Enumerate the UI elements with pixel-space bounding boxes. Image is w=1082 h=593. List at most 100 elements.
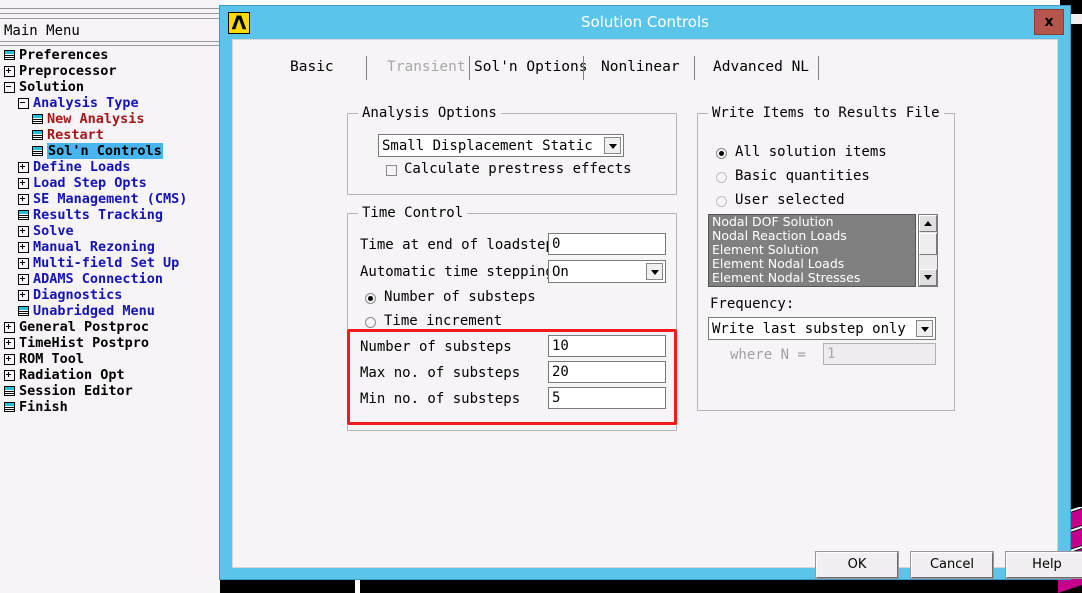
tree-item-analysis-type[interactable]: Analysis Type bbox=[0, 95, 220, 111]
tree-leaf-icon[interactable] bbox=[4, 402, 15, 412]
tree-item-define-loads[interactable]: Define Loads bbox=[0, 159, 220, 175]
tab-advanced-nl[interactable]: Advanced NL bbox=[713, 59, 809, 75]
tree-item-preprocessor[interactable]: Preprocessor bbox=[0, 63, 220, 79]
tree-item-label: Restart bbox=[47, 127, 104, 143]
tree-item-load-step-opts[interactable]: Load Step Opts bbox=[0, 175, 220, 191]
tree-leaf-icon[interactable] bbox=[4, 50, 15, 60]
calculate-prestress-checkbox[interactable] bbox=[386, 165, 397, 176]
expand-plus-icon[interactable] bbox=[4, 369, 15, 381]
tree-leaf-icon[interactable] bbox=[18, 210, 29, 220]
tab-nonlinear[interactable]: Nonlinear bbox=[601, 59, 680, 75]
tree-item-session-editor[interactable]: Session Editor bbox=[0, 383, 220, 399]
ok-button[interactable]: OK bbox=[815, 551, 899, 579]
listbox-item[interactable]: Nodal Reaction Loads bbox=[709, 229, 915, 243]
tree-item-unabridged-menu[interactable]: Unabridged Menu bbox=[0, 303, 220, 319]
radio-basic-quantities[interactable] bbox=[716, 172, 727, 183]
tree-item-label: Multi-field Set Up bbox=[33, 255, 180, 271]
tree-item-sol-n-controls[interactable]: Sol'n Controls bbox=[0, 143, 220, 159]
tree-item-label: Finish bbox=[19, 399, 68, 415]
radio-user-selected[interactable] bbox=[716, 196, 727, 207]
dialog-body: Basic Transient Sol'n Options Nonlinear … bbox=[232, 39, 1082, 579]
expand-plus-icon[interactable] bbox=[4, 337, 15, 349]
tree-item-rom-tool[interactable]: ROM Tool bbox=[0, 351, 220, 367]
tree-item-preferences[interactable]: Preferences bbox=[0, 47, 220, 63]
scrollbar-track[interactable] bbox=[919, 256, 937, 269]
tree-item-solve[interactable]: Solve bbox=[0, 223, 220, 239]
tree-item-label: Diagnostics bbox=[33, 287, 123, 303]
tree-item-solution[interactable]: Solution bbox=[0, 79, 220, 95]
menu-tree[interactable]: Preferences Preprocessor Solution Analysis … bbox=[0, 47, 220, 415]
tree-item-se-management-cms[interactable]: SE Management (CMS) bbox=[0, 191, 220, 207]
tree-leaf-icon[interactable] bbox=[32, 130, 43, 140]
scrollbar-thumb[interactable] bbox=[919, 233, 937, 255]
max-substeps-input[interactable]: 20 bbox=[548, 361, 666, 383]
expand-plus-icon[interactable] bbox=[18, 193, 29, 205]
results-items-listbox[interactable]: Nodal DOF Solution Nodal Reaction Loads El… bbox=[708, 214, 916, 287]
tree-item-timehist-postpro[interactable]: TimeHist Postpro bbox=[0, 335, 220, 351]
time-at-end-input[interactable]: 0 bbox=[548, 233, 666, 255]
tree-item-new-analysis[interactable]: New Analysis bbox=[0, 111, 220, 127]
expand-plus-icon[interactable] bbox=[18, 161, 29, 173]
tab-bar[interactable]: Basic Transient Sol'n Options Nonlinear … bbox=[233, 53, 1059, 87]
expand-plus-icon[interactable] bbox=[4, 321, 15, 333]
collapse-minus-icon[interactable] bbox=[18, 97, 29, 109]
main-menu-panel: Main Menu Preferences Preprocessor Solutio… bbox=[0, 0, 220, 593]
tree-item-finish[interactable]: Finish bbox=[0, 399, 220, 415]
expand-plus-icon[interactable] bbox=[4, 353, 15, 365]
write-items-group: Write Items to Results File All solution… bbox=[697, 105, 955, 411]
tree-leaf-icon[interactable] bbox=[18, 306, 29, 316]
tree-item-general-postproc[interactable]: General Postproc bbox=[0, 319, 220, 335]
listbox-item[interactable]: Element Solution bbox=[709, 243, 915, 257]
scroll-up-icon[interactable] bbox=[919, 215, 937, 232]
tree-item-label: Preprocessor bbox=[19, 63, 117, 79]
scroll-down-icon[interactable] bbox=[919, 269, 937, 286]
tree-item-label: Solution bbox=[19, 79, 85, 95]
cancel-button[interactable]: Cancel bbox=[910, 551, 994, 579]
tree-item-adams-connection[interactable]: ADAMS Connection bbox=[0, 271, 220, 287]
analysis-type-dropdown[interactable]: Small Displacement Static bbox=[378, 134, 624, 157]
expand-plus-icon[interactable] bbox=[4, 65, 15, 77]
tree-leaf-icon[interactable] bbox=[4, 386, 15, 396]
min-substeps-input[interactable]: 5 bbox=[548, 387, 666, 409]
listbox-item[interactable]: Nodal DOF Solution bbox=[709, 215, 915, 229]
tab-basic[interactable]: Basic bbox=[290, 59, 334, 75]
tree-item-radiation-opt[interactable]: Radiation Opt bbox=[0, 367, 220, 383]
time-control-title: Time Control bbox=[358, 205, 468, 221]
expand-plus-icon[interactable] bbox=[18, 177, 29, 189]
chevron-down-icon[interactable] bbox=[646, 263, 663, 280]
collapse-minus-icon[interactable] bbox=[4, 81, 15, 93]
expand-plus-icon[interactable] bbox=[18, 225, 29, 237]
tree-item-diagnostics[interactable]: Diagnostics bbox=[0, 287, 220, 303]
solution-controls-dialog: Λ Solution Controls x Basic Transient So… bbox=[219, 5, 1082, 580]
tab-soln-options[interactable]: Sol'n Options bbox=[474, 59, 588, 75]
tree-item-results-tracking[interactable]: Results Tracking bbox=[0, 207, 220, 223]
tree-item-manual-rezoning[interactable]: Manual Rezoning bbox=[0, 239, 220, 255]
tree-item-multi-field-set-up[interactable]: Multi-field Set Up bbox=[0, 255, 220, 271]
number-of-substeps-input[interactable]: 10 bbox=[548, 335, 666, 357]
tree-item-label: New Analysis bbox=[47, 111, 145, 127]
close-icon[interactable]: x bbox=[1034, 9, 1064, 35]
radio-all-solution-items[interactable] bbox=[716, 148, 727, 159]
dialog-title-bar[interactable]: Λ Solution Controls x bbox=[220, 6, 1070, 39]
automatic-time-stepping-dropdown[interactable]: On bbox=[548, 260, 666, 283]
tree-item-label: TimeHist Postpro bbox=[19, 335, 150, 351]
listbox-item[interactable]: Element Nodal Stresses bbox=[709, 271, 915, 285]
help-button[interactable]: Help bbox=[1005, 551, 1082, 579]
chevron-down-icon[interactable] bbox=[916, 320, 933, 337]
time-control-group: Time Control Time at end of loadstep 0 A… bbox=[347, 205, 677, 431]
expand-plus-icon[interactable] bbox=[18, 273, 29, 285]
expand-plus-icon[interactable] bbox=[18, 241, 29, 253]
radio-time-increment[interactable] bbox=[365, 317, 376, 328]
tab-transient: Transient bbox=[387, 59, 466, 75]
expand-plus-icon[interactable] bbox=[18, 289, 29, 301]
time-at-end-label: Time at end of loadstep bbox=[360, 237, 554, 253]
radio-number-of-substeps[interactable] bbox=[365, 293, 376, 304]
tree-item-restart[interactable]: Restart bbox=[0, 127, 220, 143]
chevron-down-icon[interactable] bbox=[604, 137, 621, 154]
tree-leaf-icon[interactable] bbox=[32, 146, 43, 156]
expand-plus-icon[interactable] bbox=[18, 257, 29, 269]
listbox-scrollbar[interactable] bbox=[918, 214, 938, 287]
tree-leaf-icon[interactable] bbox=[32, 114, 43, 124]
frequency-dropdown[interactable]: Write last substep only bbox=[708, 317, 936, 340]
listbox-item[interactable]: Element Nodal Loads bbox=[709, 257, 915, 271]
